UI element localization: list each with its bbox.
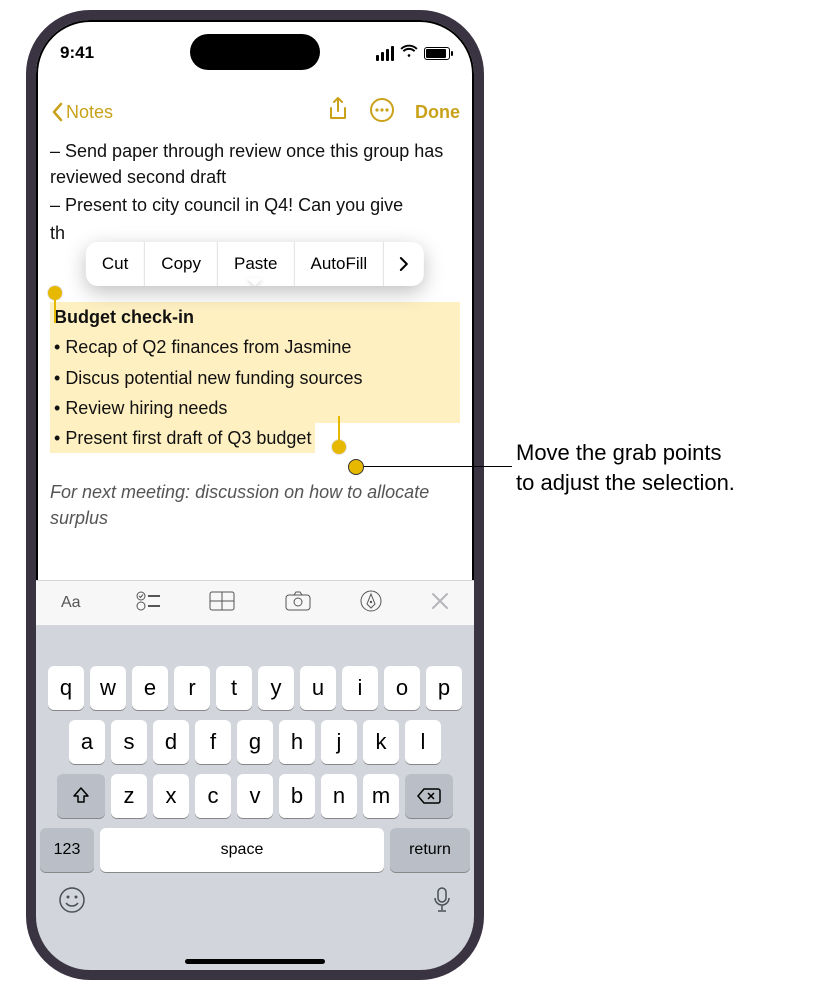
- key-s[interactable]: s: [111, 720, 147, 764]
- key-c[interactable]: c: [195, 774, 231, 818]
- status-time: 9:41: [60, 43, 94, 63]
- share-icon: [327, 97, 349, 123]
- back-label: Notes: [66, 102, 113, 123]
- key-v[interactable]: v: [237, 774, 273, 818]
- wifi-icon: [400, 43, 418, 63]
- format-toolbar: Aa: [36, 580, 474, 626]
- table-icon: [209, 591, 235, 611]
- text-selection[interactable]: Cut Copy Paste AutoFill Budget check-in …: [50, 302, 460, 452]
- key-return[interactable]: return: [390, 828, 470, 872]
- selection-line: • Review hiring needs: [50, 393, 460, 423]
- key-shift[interactable]: [57, 774, 105, 818]
- backspace-icon: [417, 787, 441, 805]
- selection-start-handle[interactable]: [48, 286, 62, 300]
- dynamic-island: [190, 34, 320, 70]
- callout-leader-line: [356, 466, 512, 467]
- key-backspace[interactable]: [405, 774, 453, 818]
- home-indicator[interactable]: [185, 959, 325, 964]
- selection-line: • Recap of Q2 finances from Jasmine: [50, 332, 460, 362]
- key-z[interactable]: z: [111, 774, 147, 818]
- key-t[interactable]: t: [216, 666, 252, 710]
- copy-button[interactable]: Copy: [145, 242, 218, 286]
- callout-marker: [348, 459, 364, 475]
- selection-line: • Present first draft of Q3 budget: [50, 423, 315, 453]
- selection-line: • Discus potential new funding sources: [50, 363, 460, 393]
- key-r[interactable]: r: [174, 666, 210, 710]
- key-g[interactable]: g: [237, 720, 273, 764]
- key-x[interactable]: x: [153, 774, 189, 818]
- shift-icon: [71, 786, 91, 806]
- keyboard: q w e r t y u i o p a s d f g h j k l z: [36, 626, 474, 970]
- key-row-3: z x c v b n m: [40, 774, 470, 818]
- note-line: – Send paper through review once this gr…: [50, 138, 460, 190]
- key-a[interactable]: a: [69, 720, 105, 764]
- callout-text: Move the grab points to adjust the selec…: [516, 438, 816, 497]
- emoji-icon: [58, 886, 86, 914]
- key-u[interactable]: u: [300, 666, 336, 710]
- key-space[interactable]: space: [100, 828, 384, 872]
- key-p[interactable]: p: [426, 666, 462, 710]
- nav-bar: Notes Done: [36, 90, 474, 134]
- phone-frame: 9:41 Notes Done – Sen: [26, 10, 484, 980]
- dictation-button[interactable]: [432, 886, 452, 919]
- svg-text:Aa: Aa: [61, 594, 81, 611]
- checklist-button[interactable]: [136, 591, 160, 616]
- emoji-button[interactable]: [58, 886, 86, 919]
- camera-button[interactable]: [285, 591, 311, 616]
- menu-more-button[interactable]: [384, 242, 424, 286]
- key-d[interactable]: d: [153, 720, 189, 764]
- key-m[interactable]: m: [363, 774, 399, 818]
- close-toolbar-button[interactable]: [431, 592, 449, 615]
- battery-icon: [424, 47, 450, 60]
- key-row-1: q w e r t y u i o p: [40, 666, 470, 710]
- aa-icon: Aa: [61, 591, 87, 611]
- checklist-icon: [136, 591, 160, 611]
- key-i[interactable]: i: [342, 666, 378, 710]
- key-k[interactable]: k: [363, 720, 399, 764]
- table-button[interactable]: [209, 591, 235, 616]
- key-123[interactable]: 123: [40, 828, 94, 872]
- selection-end-handle[interactable]: [332, 440, 346, 454]
- key-f[interactable]: f: [195, 720, 231, 764]
- markup-button[interactable]: [360, 590, 382, 617]
- key-row-2: a s d f g h j k l: [40, 720, 470, 764]
- back-button[interactable]: Notes: [50, 102, 113, 123]
- ellipsis-circle-icon: [369, 97, 395, 123]
- close-icon: [431, 592, 449, 610]
- key-e[interactable]: e: [132, 666, 168, 710]
- keyboard-bottom-row: [40, 882, 470, 919]
- key-o[interactable]: o: [384, 666, 420, 710]
- cut-button[interactable]: Cut: [86, 242, 145, 286]
- chevron-right-icon: [399, 256, 409, 272]
- key-q[interactable]: q: [48, 666, 84, 710]
- paste-button[interactable]: Paste: [218, 242, 294, 286]
- key-j[interactable]: j: [321, 720, 357, 764]
- note-italic-line: For next meeting: discussion on how to a…: [50, 479, 460, 531]
- key-l[interactable]: l: [405, 720, 441, 764]
- key-y[interactable]: y: [258, 666, 294, 710]
- note-line: – Present to city council in Q4! Can you…: [50, 192, 460, 218]
- edit-menu: Cut Copy Paste AutoFill: [86, 242, 424, 286]
- text-format-button[interactable]: Aa: [61, 591, 87, 616]
- key-b[interactable]: b: [279, 774, 315, 818]
- key-n[interactable]: n: [321, 774, 357, 818]
- mic-icon: [432, 886, 452, 914]
- chevron-left-icon: [50, 102, 64, 122]
- status-right: [376, 43, 450, 63]
- more-button[interactable]: [369, 97, 395, 128]
- autofill-button[interactable]: AutoFill: [294, 242, 384, 286]
- cellular-icon: [376, 46, 394, 61]
- pen-tip-icon: [360, 590, 382, 612]
- selection-line: Budget check-in: [50, 302, 460, 332]
- done-button[interactable]: Done: [415, 102, 460, 123]
- key-w[interactable]: w: [90, 666, 126, 710]
- camera-icon: [285, 591, 311, 611]
- key-row-4: 123 space return: [40, 828, 470, 872]
- key-h[interactable]: h: [279, 720, 315, 764]
- share-button[interactable]: [327, 97, 349, 128]
